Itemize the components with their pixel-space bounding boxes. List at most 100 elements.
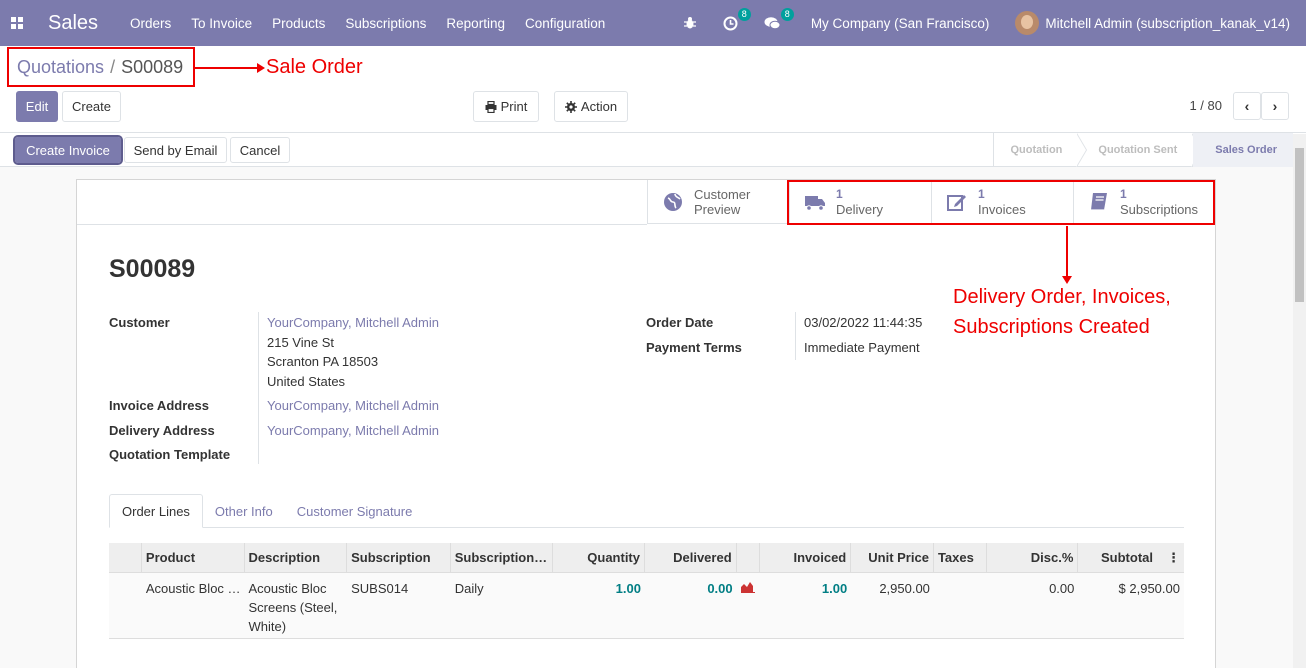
pager-value[interactable]: 1 / 80 [1189,98,1222,113]
table-row[interactable]: Acoustic Bloc … Acoustic Bloc Screens (S… [109,573,1184,639]
action-label: Action [580,99,618,114]
edit-button[interactable]: Edit [16,91,58,122]
status-step-sales-order: Sales Order [1193,133,1293,167]
cell-quantity[interactable]: 1.00 [553,573,645,638]
pager-previous-icon[interactable]: ‹ [1233,92,1261,120]
breadcrumb-quotations[interactable]: Quotations [17,57,104,78]
order-title: S00089 [109,255,196,283]
form-sheet: Customer Preview 1 Delivery 1 Invoices 1… [76,179,1216,668]
annotation-sale-order: Sale Order [266,56,363,78]
top-navbar: Sales Orders To Invoice Products Subscri… [0,0,1306,46]
quotation-template-label: Quotation Template [109,447,231,462]
cell-delivered[interactable]: 0.00 [645,573,737,638]
control-panel: Quotations / S00089 Sale Order Edit Crea… [0,46,1306,133]
menu-to-invoice[interactable]: To Invoice [191,16,252,31]
customer-preview-line1: Customer [694,186,751,202]
delivery-address-link[interactable]: YourCompany, Mitchell Admin [267,423,439,438]
col-taxes[interactable]: Taxes [934,543,987,572]
col-delivered[interactable]: Delivered [645,543,737,572]
col-description[interactable]: Description [245,543,348,572]
status-row: Create Invoice Send by Email Cancel Quot… [0,133,1306,167]
col-discount[interactable]: Disc.% [987,543,1079,572]
print-button[interactable]: Print [473,91,539,122]
order-lines-table: Product Description Subscription Subscri… [109,543,1184,639]
breadcrumb: Quotations / S00089 [7,47,195,87]
col-unit-price[interactable]: Unit Price [851,543,934,572]
cell-unit-price[interactable]: 2,950.00 [851,573,934,638]
col-subscription[interactable]: Subscription [347,543,451,572]
breadcrumb-current: S00089 [121,56,184,77]
cell-discount[interactable]: 0.00 [987,573,1079,638]
user-menu[interactable]: Mitchell Admin (subscription_kanak_v14) [1045,16,1290,31]
cell-invoiced[interactable]: 1.00 [760,573,852,638]
menu-reporting[interactable]: Reporting [446,16,505,31]
tab-order-lines[interactable]: Order Lines [109,494,203,528]
action-button[interactable]: Action [554,91,628,122]
menu-orders[interactable]: Orders [130,16,171,31]
col-quantity[interactable]: Quantity [553,543,645,572]
invoice-address-label: Invoice Address [109,398,209,413]
create-button[interactable]: Create [62,91,121,122]
cell-description[interactable]: Acoustic Bloc Screens (Steel, White) [245,573,348,638]
customer-preview-button[interactable]: Customer Preview [647,180,789,224]
delivery-address-label: Delivery Address [109,423,215,438]
annotation-created-line1: Delivery Order, Invoices, [953,286,1171,308]
bug-icon[interactable] [683,16,697,30]
send-by-email-button[interactable]: Send by Email [124,137,227,163]
col-subscription-template[interactable]: Subscription… [451,543,554,572]
globe-icon [664,192,682,211]
cell-subscription-template[interactable]: Daily [451,573,554,638]
payment-terms-value: Immediate Payment [804,340,920,355]
order-date-label: Order Date [646,315,714,330]
tab-other-info[interactable]: Other Info [203,494,285,528]
status-bar: Quotation Quotation Sent Sales Order [993,133,1293,167]
create-invoice-button[interactable]: Create Invoice [13,135,123,165]
activity-clock-icon[interactable]: 8 [723,7,751,31]
cell-product[interactable]: Acoustic Bloc … [142,573,245,638]
cell-subscription[interactable]: SUBS014 [347,573,451,638]
address-line-2: Scranton PA 18503 [267,354,379,369]
messages-icon[interactable]: 8 [764,8,794,30]
customer-label: Customer [109,315,170,330]
page-scrollbar[interactable] [1293,134,1306,668]
company-switcher[interactable]: My Company (San Francisco) [811,16,990,31]
cell-taxes[interactable] [934,573,987,638]
table-header: Product Description Subscription Subscri… [109,543,1184,573]
annotation-created-line2: Subscriptions Created [953,316,1150,338]
cell-subtotal: $ 2,950.00 [1118,581,1180,596]
address-line-1: 215 Vine St [267,335,334,350]
menu-subscriptions[interactable]: Subscriptions [345,16,426,31]
col-subtotal-label: Subtotal [1101,550,1153,565]
customer-link[interactable]: YourCompany, Mitchell Admin [267,315,439,330]
breadcrumb-separator: / [110,56,116,77]
tab-customer-signature[interactable]: Customer Signature [285,494,425,528]
apps-menu-icon[interactable] [0,0,34,46]
column-options-icon[interactable]: ⋮ [1167,550,1180,566]
order-date-value: 03/02/2022 11:44:35 [804,315,923,330]
app-name[interactable]: Sales [48,12,98,35]
user-avatar[interactable] [1015,11,1040,35]
forecast-chart-icon[interactable] [737,573,760,638]
annotation-arrow-created [1062,226,1072,284]
gear-icon [564,100,577,113]
scrollbar-thumb[interactable] [1295,148,1304,302]
annotation-box-smart-buttons [787,180,1215,225]
payment-terms-label: Payment Terms [646,340,742,355]
notebook-tabs: Order Lines Other Info Customer Signatur… [109,494,1184,528]
col-product[interactable]: Product [142,543,245,572]
menu-configuration[interactable]: Configuration [525,16,605,31]
print-icon [485,100,497,113]
print-label: Print [500,99,528,114]
messages-badge: 8 [780,8,794,21]
col-subtotal[interactable]: Subtotal ⋮ [1078,543,1184,572]
activity-badge: 8 [737,7,751,21]
status-step-quotation[interactable]: Quotation [994,133,1078,167]
menu-products[interactable]: Products [272,16,325,31]
address-line-3: United States [267,374,346,389]
pager-next-icon[interactable]: › [1261,92,1289,120]
cancel-button[interactable]: Cancel [230,137,290,163]
customer-preview-line2: Preview [694,201,741,217]
status-step-quotation-sent[interactable]: Quotation Sent [1078,133,1193,167]
invoice-address-link[interactable]: YourCompany, Mitchell Admin [267,398,439,413]
col-invoiced[interactable]: Invoiced [760,543,852,572]
